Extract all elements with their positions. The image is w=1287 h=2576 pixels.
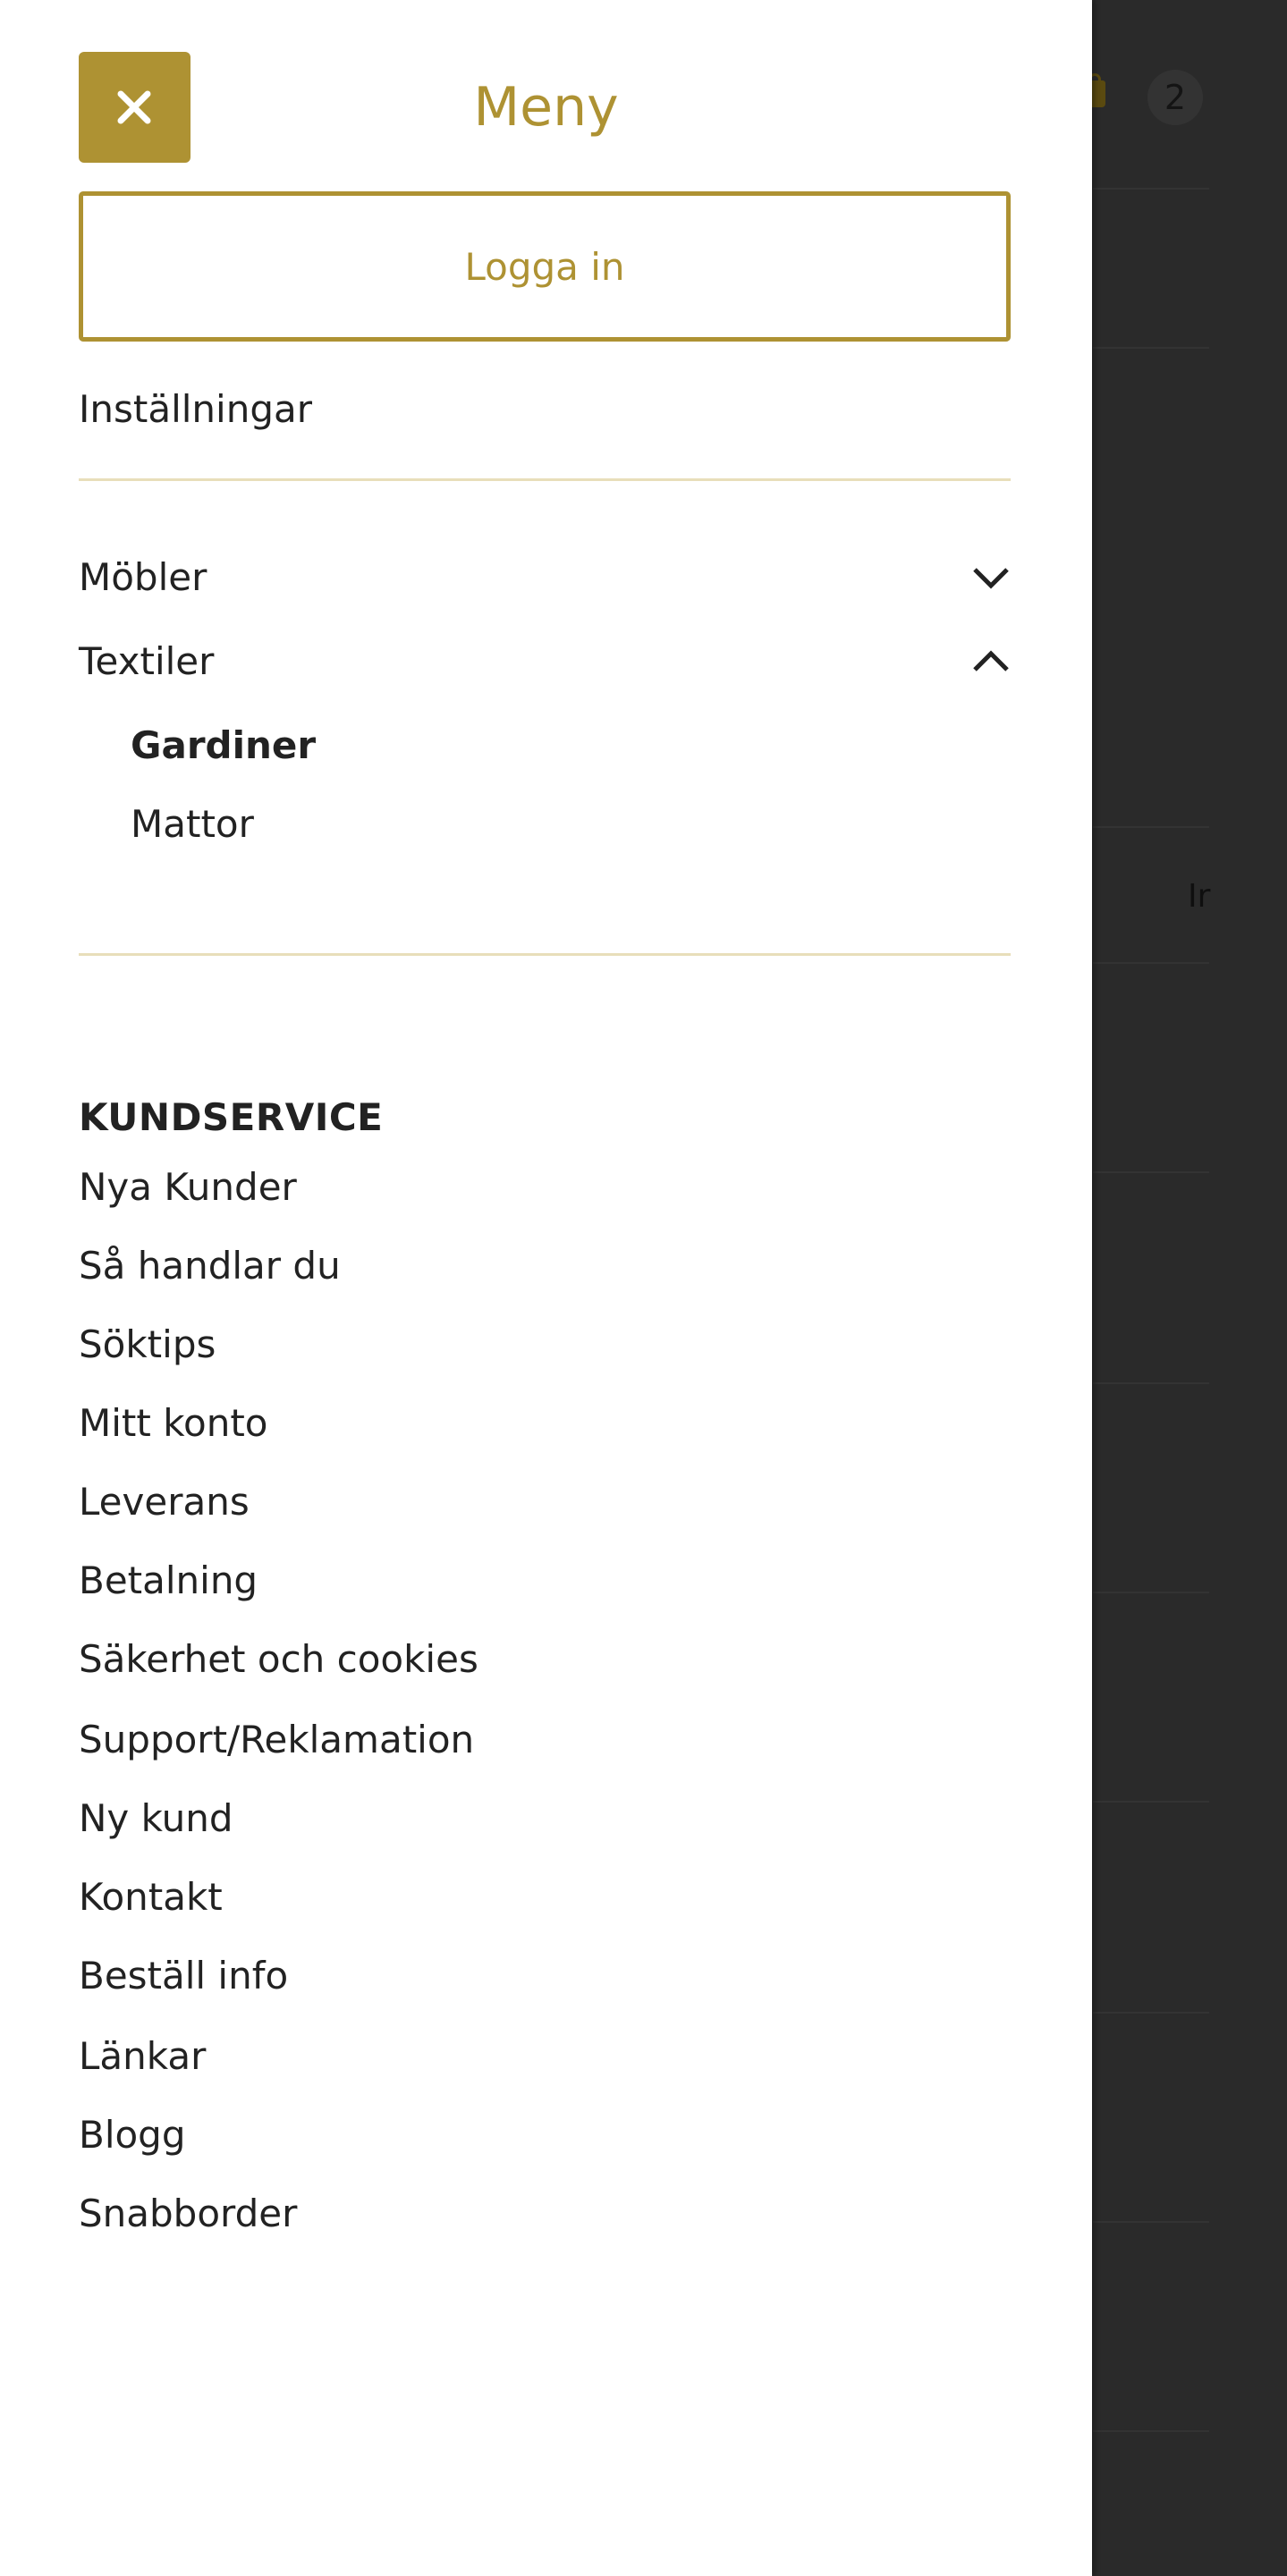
menu-title: Meny (473, 76, 619, 139)
background-divider (1093, 1171, 1209, 1173)
category-textiler[interactable]: Textiler (79, 630, 1011, 693)
background-divider (1093, 826, 1209, 828)
service-link-betalning[interactable]: Betalning (79, 1554, 258, 1608)
category-mobler[interactable]: Möbler (79, 546, 1011, 609)
chevron-down-icon[interactable] (971, 562, 1011, 593)
service-link-leverans[interactable]: Leverans (79, 1475, 250, 1529)
chevron-up-icon[interactable] (971, 646, 1011, 677)
background-divider (1093, 2430, 1209, 2432)
background-divider (1093, 962, 1209, 964)
service-link-bestall-info[interactable]: Beställ info (79, 1949, 288, 2003)
service-link-kontakt[interactable]: Kontakt (79, 1871, 223, 1924)
background-divider (1093, 347, 1209, 349)
side-menu-drawer: Meny Logga in Inställningar Möbler Texti… (0, 0, 1092, 2576)
service-link-lankar[interactable]: Länkar (79, 2030, 206, 2083)
service-link-snabborder[interactable]: Snabborder (79, 2187, 297, 2241)
service-link-sakerhet-och-cookies[interactable]: Säkerhet och cookies (79, 1633, 478, 1686)
service-link-blogg[interactable]: Blogg (79, 2108, 186, 2162)
background-divider (1093, 1801, 1209, 1803)
cart-count-badge: 2 (1147, 70, 1203, 125)
service-link-soktips[interactable]: Söktips (79, 1318, 216, 1372)
settings-link[interactable]: Inställningar (79, 383, 312, 436)
service-link-nya-kunder[interactable]: Nya Kunder (79, 1161, 297, 1214)
background-divider (1093, 2221, 1209, 2223)
menu-divider (79, 478, 1011, 481)
background-divider (1093, 188, 1209, 190)
category-label: Textiler (79, 639, 215, 683)
category-label: Möbler (79, 555, 207, 599)
service-link-mitt-konto[interactable]: Mitt konto (79, 1397, 268, 1450)
background-divider (1093, 2012, 1209, 2014)
menu-divider (79, 953, 1011, 956)
customer-service-heading: KUNDSERVICE (79, 1095, 384, 1139)
background-divider (1093, 1592, 1209, 1593)
background-text-fragment: Ir (1188, 878, 1211, 915)
subcategory-mattor[interactable]: Mattor (131, 798, 254, 851)
subcategory-gardiner[interactable]: Gardiner (131, 719, 316, 773)
background-divider (1093, 1382, 1209, 1384)
login-button[interactable]: Logga in (79, 191, 1011, 342)
service-link-sa-handlar-du[interactable]: Så handlar du (79, 1239, 341, 1293)
service-link-ny-kund[interactable]: Ny kund (79, 1792, 233, 1845)
service-link-support-reklamation[interactable]: Support/Reklamation (79, 1713, 474, 1767)
